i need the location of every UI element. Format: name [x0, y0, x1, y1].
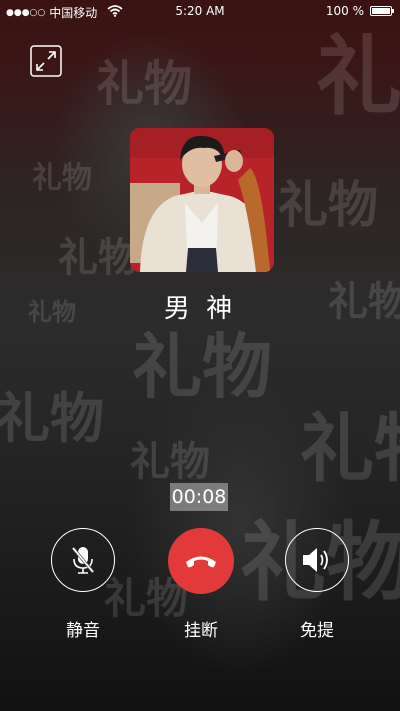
caller-photo	[130, 128, 274, 272]
mute-control: 静音	[48, 528, 118, 641]
battery-icon	[370, 6, 394, 16]
mute-button[interactable]	[51, 528, 115, 592]
battery-percent: 100 %	[325, 4, 364, 18]
gift-watermark: 礼物	[130, 439, 210, 485]
mute-label: 静音	[66, 621, 100, 641]
gift-watermark: 礼物	[278, 176, 378, 234]
speaker-icon	[303, 548, 328, 572]
gift-watermark: 礼物	[96, 56, 193, 112]
caller-name: 男 神	[163, 294, 237, 324]
hangup-label: 挂断	[184, 621, 218, 641]
caller-avatar	[130, 128, 274, 272]
gift-watermark: 礼物	[132, 326, 272, 408]
battery-level-fill	[372, 8, 390, 14]
gift-watermark: 礼物	[316, 27, 400, 127]
gift-watermark: 礼物	[0, 387, 104, 450]
gift-watermark: 礼物	[32, 161, 92, 196]
speaker-label: 免提	[300, 621, 334, 641]
minimize-window-button[interactable]	[30, 45, 62, 77]
status-right: 100 %	[325, 4, 394, 18]
speaker-button[interactable]	[285, 528, 349, 592]
hangup-control: 挂断	[166, 528, 236, 641]
gift-watermark: 礼物	[300, 406, 400, 492]
status-bar: ●●●○○ 中国移动 5:20 AM 100 %	[0, 0, 400, 22]
gift-watermark: 礼物	[58, 235, 138, 281]
speaker-control: 免提	[282, 528, 352, 641]
expand-arrows-icon	[30, 45, 62, 77]
mic-off-icon	[71, 547, 95, 574]
call-duration: 00:08	[170, 483, 228, 511]
hang-up-button[interactable]	[168, 528, 234, 594]
phone-hangup-icon	[186, 556, 216, 568]
